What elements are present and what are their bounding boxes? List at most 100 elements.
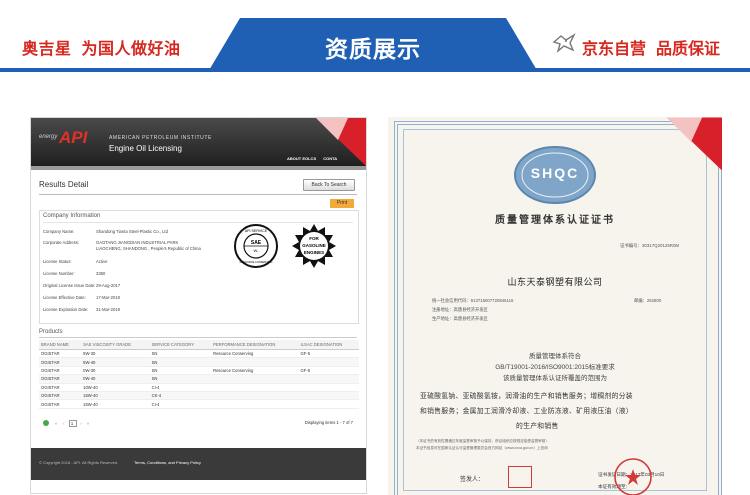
pager-info: Displaying items 1 - 7 of 7 xyxy=(304,420,353,425)
brand-slogan-right: 京东自营 品质保证 xyxy=(582,35,720,59)
cell: CK-4 xyxy=(149,391,212,401)
program-name: Engine Oil Licensing xyxy=(109,144,182,153)
field-label: Corporate Address: xyxy=(43,240,80,245)
shqc-logo-text: SHQC xyxy=(530,165,580,181)
pager-controls: « ‹ 1 › » xyxy=(55,420,92,427)
starburst-line-1: FOR xyxy=(309,236,319,241)
api-footer: © Copyright 2018 - API. All Rights Reser… xyxy=(31,448,366,480)
table-row: OGISTAR 15W-40 CI-4 xyxy=(39,399,359,409)
divider xyxy=(39,194,357,195)
print-button[interactable]: Print xyxy=(330,199,354,208)
field-label: Company Name: xyxy=(43,229,75,234)
cell xyxy=(298,391,359,401)
field-value: LIAOCHENG, SHANDONG , People's Republic … xyxy=(96,246,201,251)
products-table: BRAND NAME SAE VISCOSITY GRADE SERVICE C… xyxy=(39,340,359,409)
field-value: 3380 xyxy=(96,271,106,276)
production-address: 生产地址：高唐县经济开发区 xyxy=(432,316,488,321)
copyright-text: © Copyright 2018 - API. All Rights Reser… xyxy=(39,460,119,465)
results-title: Results Detail xyxy=(39,180,89,189)
api-header: energy API AMERICAN PETROLEUM INSTITUTE … xyxy=(31,118,366,166)
certificate-number: 证书编号：30317Q20125R0M xyxy=(620,243,680,248)
cell xyxy=(211,383,299,392)
table-row: OGISTAR 10W-40 CI-4 xyxy=(39,383,359,392)
current-page[interactable]: 1 xyxy=(69,420,78,427)
field-expiration-date: License Expiration Date: 31-Mar-2019 xyxy=(43,307,120,312)
cell: SN xyxy=(149,349,212,359)
field-label: License Status: xyxy=(43,259,72,264)
banner-divider xyxy=(0,68,750,72)
table-pager: « ‹ 1 › » Displaying items 1 - 7 of 7 xyxy=(39,419,357,429)
column-header-ilsac[interactable]: ILSAC DESIGNATION xyxy=(298,340,359,350)
registered-address: 注册地址：高唐县经济开发区 xyxy=(432,307,488,312)
column-header-brand[interactable]: BRAND NAME xyxy=(39,340,82,350)
field-license-status: License Status: Active xyxy=(43,259,107,264)
column-header-viscosity[interactable]: SAE VISCOSITY GRADE xyxy=(81,340,150,350)
cell: OGISTAR xyxy=(39,374,82,384)
red-seal-icon xyxy=(614,458,652,495)
credit-code: 统一社会信用代码：91371500772084611​6 xyxy=(432,298,514,303)
cell: SN xyxy=(149,366,212,376)
footnote-1: （本证书的有效性需通过年度监督审核予以保持，获证组织应按规定接受监督审核） xyxy=(416,439,549,443)
postcode: 邮编：252800 xyxy=(634,298,662,303)
field-label: License Effective Date: xyxy=(43,295,86,300)
terms-link[interactable]: Terms, Conditions, and Privacy Policy xyxy=(134,460,201,465)
quality-guarantee-label: 品质保证 xyxy=(656,41,721,58)
cell: 0W-40 xyxy=(81,374,150,384)
cell: Resource Conserving xyxy=(211,366,299,376)
certificate-company: 山东天泰钢塑有限公司 xyxy=(507,277,603,287)
back-to-search-button[interactable]: Back To Search xyxy=(303,179,355,191)
scope-line-3: 的生产和销售 xyxy=(516,423,559,430)
column-header-service[interactable]: SERVICE CATEGORY xyxy=(149,340,212,350)
api-donut-icon: API SERVICE SAE W- RESOURCE CONSERVING xyxy=(234,224,278,268)
scope-line-1: 亚硫酸氢钠、亚硫酸氢铵，润滑油的生产和销售服务；增稠剂的分装 xyxy=(420,393,633,400)
cell xyxy=(211,399,299,409)
cell xyxy=(298,399,359,409)
table-header-row: BRAND NAME SAE VISCOSITY GRADE SERVICE C… xyxy=(39,340,359,350)
cell xyxy=(211,374,299,384)
cell: GF-5 xyxy=(298,366,359,376)
field-label: License Number: xyxy=(43,271,75,276)
standard-statement: GB/T19001-2016/ISO9001:2015标准要求 xyxy=(495,364,615,371)
field-label: License Expiration Date: xyxy=(43,307,89,312)
cell: OGISTAR xyxy=(39,366,82,376)
field-effective-date: License Effective Date: 17-Mar-2018 xyxy=(43,295,120,300)
header-underline xyxy=(31,166,366,170)
cell: Resource Conserving xyxy=(211,349,299,359)
jd-self-run-label: 京东自营 xyxy=(582,41,647,58)
table-row: OGISTAR 15W-40 CK-4 xyxy=(39,391,359,401)
api-license-screenshot: energy API AMERICAN PETROLEUM INSTITUTE … xyxy=(30,117,367,494)
cell: 15W-40 xyxy=(81,399,150,409)
cell: 5W-40 xyxy=(81,357,150,367)
brand-tagline: 为国人做好油 xyxy=(81,41,181,58)
table-row: OGISTAR 0W-30 SN Resource Conserving GF-5 xyxy=(39,366,359,376)
page-curl-decoration xyxy=(316,118,366,166)
scope-line-2: 和销售服务；金属加工润滑冷却液、工业防冻液、矿用液压油（液） xyxy=(420,408,633,415)
cell: SN xyxy=(149,357,212,367)
field-label: Original License Issue Date: xyxy=(43,283,96,288)
cell: GF-5 xyxy=(298,349,359,359)
signature-label: 签发人： xyxy=(460,477,485,483)
field-company-name: Company Name: Shandong Tianta Steel-Plast… xyxy=(43,229,168,234)
field-value: GAOTANG JIANGDIAN INDUSTRIAL PARK xyxy=(96,240,179,245)
cell: OGISTAR xyxy=(39,383,82,392)
cell: 0W-30 xyxy=(81,366,150,376)
donut-top-text: API SERVICE xyxy=(245,229,268,233)
page-curl-decoration xyxy=(666,117,722,171)
cell xyxy=(298,383,359,392)
field-value: 17-Mar-2018 xyxy=(96,295,120,300)
jd-dog-icon xyxy=(552,33,576,53)
institute-name: AMERICAN PETROLEUM INSTITUTE xyxy=(109,135,212,141)
field-value: Active xyxy=(96,259,108,264)
api-logo: API xyxy=(59,128,88,147)
products-heading: Products xyxy=(39,329,63,335)
cell: 15W-40 xyxy=(81,391,150,401)
column-header-performance[interactable]: PERFORMANCE DESIGNATION xyxy=(211,340,299,350)
cell: OGISTAR xyxy=(39,357,82,367)
brand-slogan-left: 奥吉星 为国人做好油 xyxy=(22,35,181,59)
field-issue-date: Original License Issue Date: 29-Aug-2017 xyxy=(43,283,120,288)
field-value: Shandong Tianta Steel-Plastic Co., Ltd xyxy=(96,229,168,234)
cell: OGISTAR xyxy=(39,391,82,401)
cell: 10W-40 xyxy=(81,383,150,392)
table-row: OGISTAR 0W-40 SN xyxy=(39,374,359,384)
refresh-icon[interactable] xyxy=(43,420,49,426)
